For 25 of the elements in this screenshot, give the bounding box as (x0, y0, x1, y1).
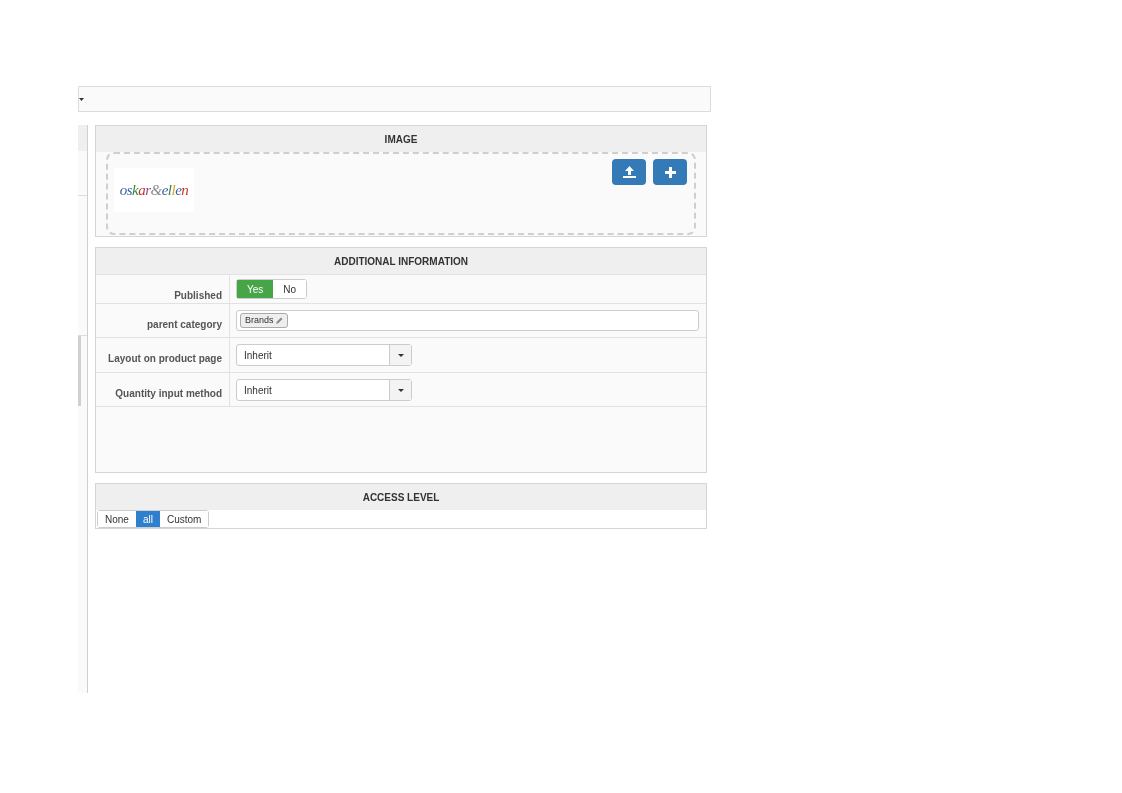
dropzone[interactable]: oskar&ellen (106, 152, 696, 235)
caret-icon (397, 353, 404, 357)
upload-icon (622, 166, 636, 178)
select-value: Inherit (243, 383, 273, 398)
field-label: parent category (146, 319, 222, 330)
category-field[interactable]: Brands (236, 310, 699, 331)
section-title: ACCESS LEVEL (362, 490, 440, 505)
logo-text: oskar&ellen (119, 180, 189, 200)
upload-button[interactable] (612, 159, 646, 185)
caret-icon (397, 388, 404, 392)
add-button[interactable] (653, 159, 687, 185)
plus-icon (664, 166, 676, 178)
select-value: Inherit (243, 348, 273, 363)
field-label: Layout on product page (108, 353, 222, 364)
pencil-icon (275, 317, 283, 324)
category-tag[interactable]: Brands (240, 313, 288, 328)
section-title: IMAGE (384, 132, 418, 147)
section-title: ADDITIONAL INFORMATION (333, 254, 469, 269)
select-field[interactable]: Inherit (236, 379, 412, 401)
caret-icon[interactable] (79, 97, 84, 101)
field-label: Published (174, 290, 222, 301)
toggle-option[interactable]: No (273, 280, 307, 298)
access-option[interactable]: all (135, 511, 160, 527)
select-field[interactable]: Inherit (236, 344, 412, 366)
field-label: Quantity input method (115, 388, 222, 399)
